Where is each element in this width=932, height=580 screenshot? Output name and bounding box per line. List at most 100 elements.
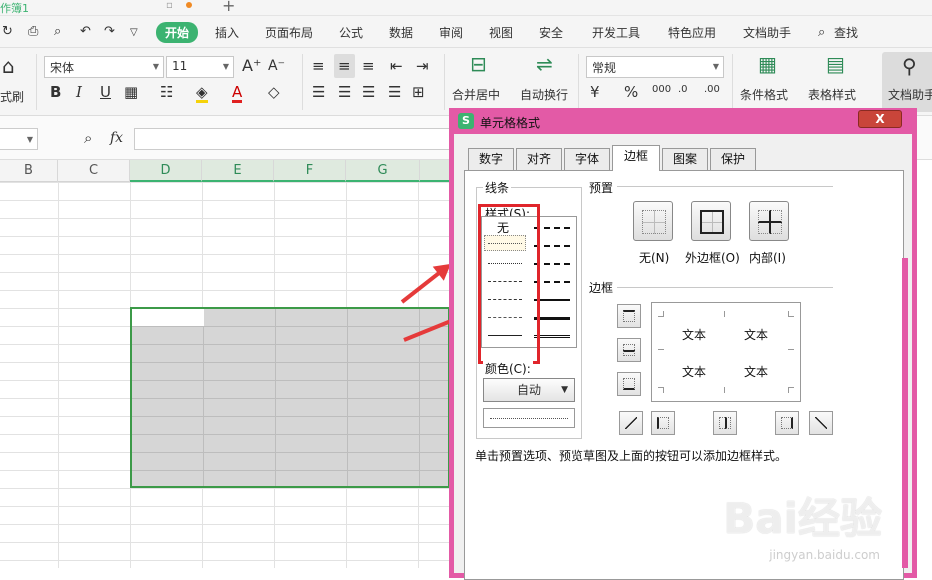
- redo-icon[interactable]: ↷: [104, 24, 115, 40]
- tab-find[interactable]: 查找: [834, 24, 858, 41]
- increase-indent-icon[interactable]: ⇥: [416, 58, 429, 74]
- column-header-d[interactable]: D: [130, 160, 202, 182]
- tab-number[interactable]: 数字: [468, 148, 514, 170]
- redo-arrow-icon[interactable]: ↻: [2, 24, 13, 40]
- preset-inside-icon: [758, 210, 782, 234]
- quick-access-more-icon[interactable]: ▽: [130, 25, 138, 41]
- clear-format-icon[interactable]: ◇: [268, 84, 280, 100]
- tab-developer[interactable]: 开发工具: [592, 24, 640, 41]
- thousands-icon[interactable]: 000: [652, 82, 671, 98]
- merge-center-icon[interactable]: ⊟: [470, 56, 487, 72]
- decrease-decimal-icon[interactable]: .00: [704, 82, 720, 98]
- align-middle-icon[interactable]: ≡: [334, 54, 355, 78]
- document-tab[interactable]: 作簿1: [0, 0, 29, 16]
- table-style-button[interactable]: 表格样式: [808, 86, 856, 103]
- fill-color-icon[interactable]: ◈: [196, 84, 208, 103]
- close-button[interactable]: X: [858, 110, 902, 128]
- border-inner-vertical-icon: [719, 417, 731, 429]
- border-bottom-button[interactable]: [617, 372, 641, 396]
- preset-outline-button[interactable]: [691, 201, 731, 241]
- tab-data[interactable]: 数据: [389, 24, 413, 41]
- column-header-f[interactable]: F: [274, 160, 346, 182]
- print-icon[interactable]: ⎙: [28, 24, 38, 40]
- increase-font-icon[interactable]: A⁺: [242, 58, 261, 74]
- column-header-b[interactable]: B: [0, 160, 58, 182]
- underline-icon[interactable]: U: [100, 84, 111, 100]
- tab-page-layout[interactable]: 页面布局: [265, 24, 313, 41]
- doc-helper-button[interactable]: ⚲ 文档助手: [882, 52, 932, 112]
- tab-formulas[interactable]: 公式: [339, 24, 363, 41]
- unsaved-dot-icon: [186, 2, 192, 8]
- format-painter-icon[interactable]: ⌂: [2, 58, 15, 74]
- border-preview-area[interactable]: 文本 文本 文本 文本: [651, 302, 801, 402]
- conditional-format-icon[interactable]: ▦: [758, 56, 777, 72]
- format-painter-label[interactable]: 式刷: [0, 88, 24, 105]
- align-center-icon[interactable]: ☰: [338, 84, 351, 100]
- selected-cell-range[interactable]: [130, 307, 450, 488]
- align-bottom-icon[interactable]: ≡: [362, 58, 375, 74]
- name-box[interactable]: ▼: [0, 128, 38, 150]
- undo-icon[interactable]: ↶: [80, 24, 91, 40]
- tab-doc-helper[interactable]: 文档助手: [743, 24, 791, 41]
- wrap-text-label[interactable]: 自动换行: [520, 86, 568, 103]
- tab-security[interactable]: 安全: [539, 24, 563, 41]
- tab-border[interactable]: 边框: [612, 145, 660, 171]
- decrease-font-icon[interactable]: A⁻: [268, 58, 285, 74]
- border-diagonal-up-button[interactable]: [619, 411, 643, 435]
- tab-pattern[interactable]: 图案: [662, 148, 708, 170]
- preset-inside-button[interactable]: [749, 201, 789, 241]
- new-tab-plus-icon[interactable]: +: [222, 0, 235, 15]
- align-left-icon[interactable]: ☰: [312, 84, 325, 100]
- borders-icon[interactable]: ▦: [124, 84, 138, 100]
- pin-icon[interactable]: ▫: [166, 0, 173, 11]
- preset-none-button[interactable]: [633, 201, 673, 241]
- border-left-button[interactable]: [651, 411, 675, 435]
- zoom-search-icon[interactable]: ⌕: [84, 130, 92, 146]
- column-header-g[interactable]: G: [346, 160, 420, 182]
- font-name-select[interactable]: 宋体▼: [44, 56, 164, 78]
- preset-inside-label: 内部(I): [749, 249, 786, 266]
- table-style-icon[interactable]: ▤: [826, 56, 845, 72]
- number-format-select[interactable]: 常规▼: [586, 56, 724, 78]
- font-size-select[interactable]: 11▼: [166, 56, 234, 78]
- tab-insert[interactable]: 插入: [215, 24, 239, 41]
- border-inner-vertical-button[interactable]: [713, 411, 737, 435]
- align-right-icon[interactable]: ☰: [362, 84, 375, 100]
- distributed-icon[interactable]: ⊞: [412, 84, 425, 100]
- fill-pattern-icon[interactable]: ☷: [160, 84, 173, 100]
- insert-function-icon[interactable]: fx: [110, 130, 123, 146]
- tab-view[interactable]: 视图: [489, 24, 513, 41]
- tab-alignment[interactable]: 对齐: [516, 148, 562, 170]
- column-header-c[interactable]: C: [58, 160, 130, 182]
- merge-center-label[interactable]: 合并居中: [452, 86, 500, 103]
- conditional-format-button[interactable]: 条件格式: [740, 86, 788, 103]
- border-right-button[interactable]: [775, 411, 799, 435]
- search-icon[interactable]: ⌕: [818, 25, 825, 41]
- print-preview-icon[interactable]: ⌕: [54, 24, 61, 40]
- tab-protection[interactable]: 保护: [710, 148, 756, 170]
- font-color-icon[interactable]: A: [232, 84, 242, 103]
- increase-decimal-icon[interactable]: .0: [678, 82, 688, 98]
- formula-input[interactable]: [134, 128, 454, 150]
- tab-home[interactable]: 开始: [156, 22, 198, 43]
- line-color-dropdown[interactable]: 自动▼: [483, 378, 575, 402]
- currency-icon[interactable]: ¥: [590, 84, 600, 100]
- wrap-text-icon[interactable]: ⇌: [536, 56, 553, 72]
- column-header-h[interactable]: [420, 160, 450, 182]
- border-top-button[interactable]: [617, 304, 641, 328]
- decrease-indent-icon[interactable]: ⇤: [390, 58, 403, 74]
- dialog-title-bar[interactable]: S 单元格格式 X: [454, 108, 912, 134]
- border-inner-horizontal-button[interactable]: [617, 338, 641, 362]
- tab-font[interactable]: 字体: [564, 148, 610, 170]
- align-top-icon[interactable]: ≡: [312, 58, 325, 74]
- italic-icon[interactable]: I: [76, 84, 82, 100]
- tab-review[interactable]: 审阅: [439, 24, 463, 41]
- justify-icon[interactable]: ☰: [388, 84, 401, 100]
- tab-special[interactable]: 特色应用: [668, 24, 716, 41]
- border-diagonal-down-button[interactable]: [809, 411, 833, 435]
- column-header-e[interactable]: E: [202, 160, 274, 182]
- active-cell[interactable]: [132, 309, 204, 326]
- bold-icon[interactable]: B: [50, 84, 61, 100]
- font-name-value: 宋体: [50, 61, 74, 75]
- percent-icon[interactable]: %: [624, 84, 638, 100]
